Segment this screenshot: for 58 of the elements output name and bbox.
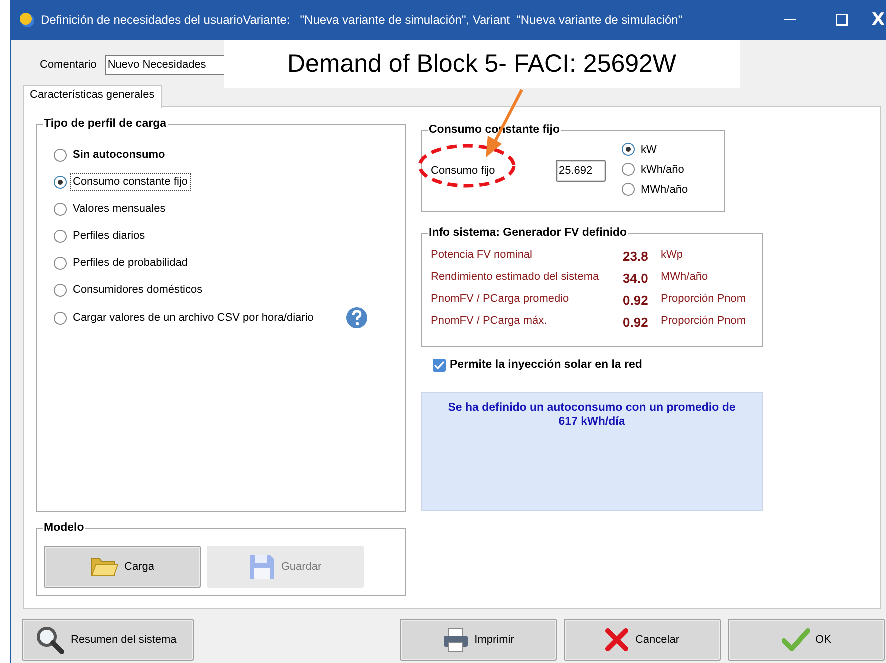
print-button[interactable]: Imprimir	[400, 619, 557, 661]
comment-label: Comentario	[40, 59, 97, 71]
info-label: Rendimiento estimado del sistema	[431, 271, 600, 285]
radio-label[interactable]: Perfiles de probabilidad	[71, 255, 190, 271]
radio-label[interactable]: Sin autoconsumo	[71, 147, 168, 163]
cancel-button[interactable]: Cancelar	[564, 619, 721, 661]
cross-icon	[605, 628, 630, 652]
info-unit: kWp	[661, 249, 684, 263]
radio-button[interactable]	[54, 230, 67, 242]
radio-button[interactable]	[54, 148, 67, 162]
annotation-label: Demand of Block 5- FACI: 25692W	[224, 40, 740, 88]
checkbox[interactable]	[433, 358, 446, 372]
radio-button[interactable]	[54, 284, 67, 296]
radio-label[interactable]: Consumidores domésticos	[71, 282, 205, 298]
radio-label[interactable]: kW	[639, 142, 659, 158]
radio-button[interactable]	[622, 163, 635, 176]
info-value: 0.92	[623, 315, 650, 331]
ok-button[interactable]: OK	[728, 619, 885, 661]
app-icon	[19, 12, 35, 28]
radio-button[interactable]	[622, 183, 635, 196]
consumption-field[interactable]: 25.692	[556, 160, 606, 182]
radio-label[interactable]: Cargar valores de un archivo CSV por hora/diario	[71, 310, 316, 326]
info-unit: Proporción Pnom	[661, 315, 747, 329]
printer-icon	[442, 627, 469, 653]
field-label: Consumo fijo	[431, 165, 496, 177]
tab[interactable]: Características generales	[23, 85, 162, 108]
summary-button[interactable]: Resumen del sistema	[22, 619, 194, 661]
window-title: Definición de necesidades del usuarioVariante: "Nueva variante de simulación", Variant "Nueva variante de simulación"	[41, 13, 684, 27]
load-button[interactable]: Carga	[44, 546, 201, 588]
info-value: 34.0	[623, 271, 650, 287]
checkbox-label[interactable]: Permite la inyección solar en la red	[450, 359, 642, 371]
radio-label[interactable]: MWh/año	[639, 182, 690, 198]
radio-button[interactable]	[54, 202, 67, 216]
folder-icon	[90, 556, 119, 578]
info-label: Potencia FV nominal	[431, 249, 534, 263]
radio-button[interactable]	[54, 312, 67, 324]
comment-field[interactable]: Nuevo Necesidades	[104, 55, 225, 75]
help-icon[interactable]	[346, 307, 368, 329]
info-message: Se ha definido un autoconsumo con un promedio de 617 kWh/día	[421, 392, 763, 511]
radio-button[interactable]	[622, 143, 635, 156]
info-label: PnomFV / PCarga máx.	[431, 315, 548, 329]
radio-button[interactable]	[54, 176, 67, 188]
search-icon	[35, 625, 65, 655]
close-button[interactable]: X	[872, 10, 885, 30]
radio-label[interactable]: Perfiles diarios	[71, 228, 148, 244]
radio-label[interactable]: kWh/año	[639, 162, 686, 178]
info-unit: Proporción Pnom	[661, 293, 747, 307]
radio-label[interactable]: Valores mensuales	[71, 201, 168, 217]
radio-label[interactable]: Consumo constante fijo	[71, 174, 190, 190]
radio-button[interactable]	[54, 256, 67, 270]
minimize-icon[interactable]	[784, 19, 796, 21]
checkmark-icon	[782, 628, 810, 652]
info-value: 0.92	[623, 293, 650, 309]
maximize-icon[interactable]	[836, 14, 848, 26]
info-value: 23.8	[623, 249, 650, 265]
info-label: PnomFV / PCarga promedio	[431, 293, 570, 307]
group-title: Tipo de perfil de carga	[43, 117, 168, 132]
info-unit: MWh/año	[661, 271, 710, 285]
